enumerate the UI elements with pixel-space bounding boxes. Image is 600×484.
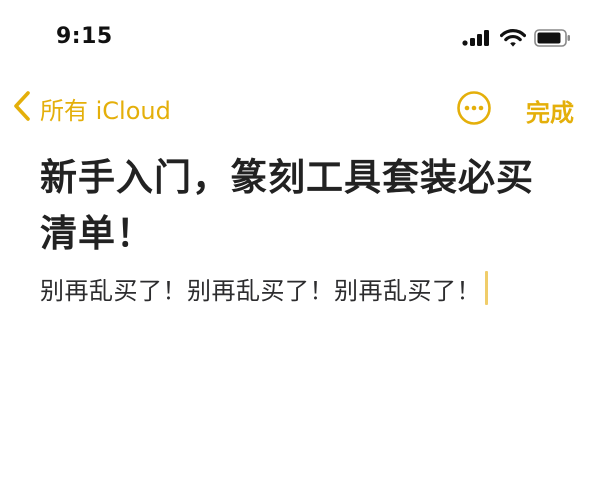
done-button[interactable]: 完成: [526, 93, 574, 128]
back-button-label: 所有 iCloud: [40, 96, 171, 125]
note-body-line[interactable]: 别再乱买了！别再乱买了！别再乱买了！: [40, 270, 570, 306]
note-title[interactable]: 新手入门，篆刻工具套装必买清单！: [40, 150, 540, 262]
wifi-icon: [500, 28, 526, 48]
navigation-bar: 所有 iCloud 完成: [0, 80, 600, 136]
more-options-button[interactable]: [456, 90, 492, 126]
status-time: 9:15: [56, 24, 113, 49]
text-cursor: [485, 271, 488, 305]
battery-icon: [534, 28, 572, 48]
chevron-left-icon: [12, 90, 32, 126]
note-editor[interactable]: 新手入门，篆刻工具套装必买清单！ 别再乱买了！别再乱买了！别再乱买了！: [40, 150, 570, 306]
ellipsis-circle-icon: [456, 91, 492, 130]
cellular-signal-icon: [462, 28, 492, 48]
status-bar: 9:15: [0, 0, 600, 70]
note-body-text[interactable]: 别再乱买了！别再乱买了！别再乱买了！: [40, 271, 481, 306]
back-button[interactable]: 所有 iCloud: [12, 88, 171, 128]
status-icons: [462, 26, 572, 50]
